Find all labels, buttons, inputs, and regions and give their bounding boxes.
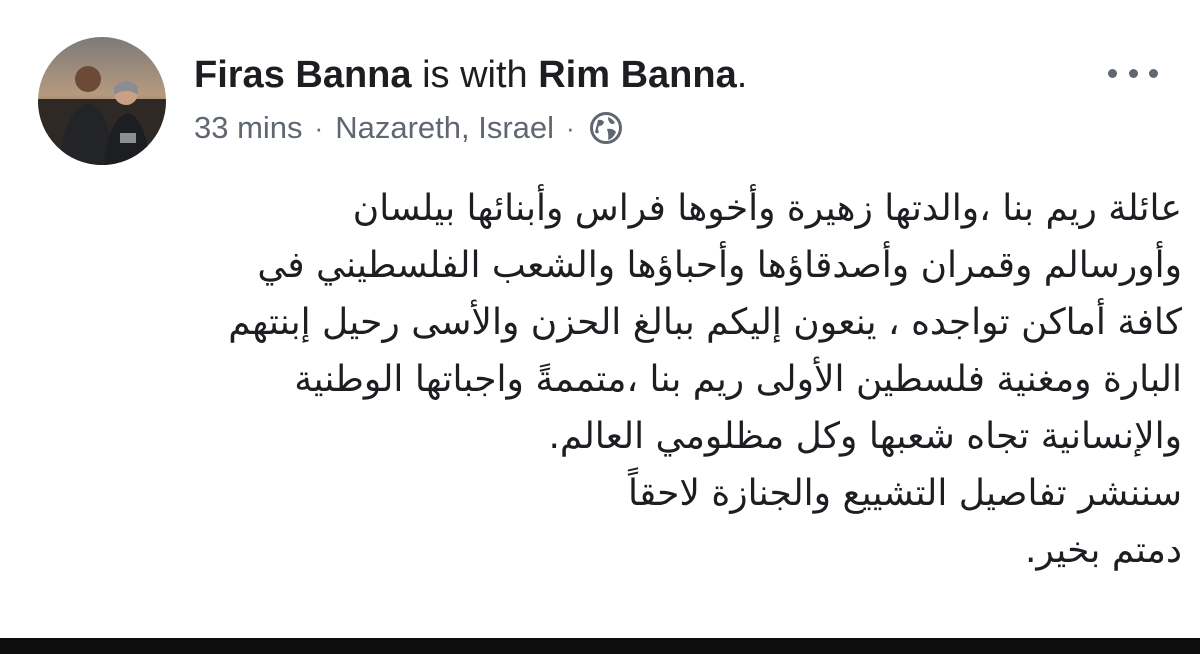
- author-avatar[interactable]: [38, 37, 166, 165]
- more-options-icon: [1108, 68, 1117, 78]
- post-text-line: كافة أماكن تواجده ، ينعون إليكم ببالغ ال…: [228, 302, 1182, 343]
- post-text-line: وأورسالم وقمران وأصدقاؤها وأحباؤها والشع…: [257, 245, 1182, 286]
- globe-icon[interactable]: [589, 111, 623, 145]
- bottom-bar: [0, 638, 1200, 654]
- post-header: Firas Banna is with Rim Banna.: [194, 52, 747, 98]
- avatar-photo-icon: [38, 37, 166, 165]
- post-text-line: دمتم بخير.: [1024, 530, 1182, 571]
- post-text-line: سننشر تفاصيل التشييع والجنازة لاحقاً: [627, 473, 1182, 514]
- tagged-user-link[interactable]: Rim Banna: [538, 54, 736, 96]
- post-body-text: عائلة ريم بنا ،والدتها زهيرة وأخوها فراس…: [32, 180, 1182, 579]
- post-text-line: والإنسانية تجاه شعبها وكل مظلومي العالم.: [548, 416, 1182, 457]
- meta-separator-2: ·: [566, 113, 575, 143]
- more-options-icon-dot-3: [1149, 68, 1158, 78]
- author-name-link[interactable]: Firas Banna: [194, 54, 412, 96]
- more-options-icon-dot-2: [1128, 68, 1138, 78]
- post-meta: 33 mins · Nazareth, Israel ·: [194, 108, 623, 148]
- post-text-line: البارة ومغنية فلسطين الأولى ريم بنا ،متم…: [294, 359, 1182, 400]
- with-text: is with: [422, 54, 528, 96]
- post-card: Firas Banna is with Rim Banna. 33 mins ·…: [0, 0, 1200, 638]
- location-link[interactable]: Nazareth, Israel: [335, 108, 554, 148]
- header-period: .: [736, 54, 748, 96]
- meta-separator: ·: [314, 113, 324, 143]
- post-timestamp-link[interactable]: 33 mins: [194, 108, 303, 148]
- more-options-button[interactable]: [1108, 58, 1158, 88]
- post-text-line: عائلة ريم بنا ،والدتها زهيرة وأخوها فراس…: [352, 188, 1182, 229]
